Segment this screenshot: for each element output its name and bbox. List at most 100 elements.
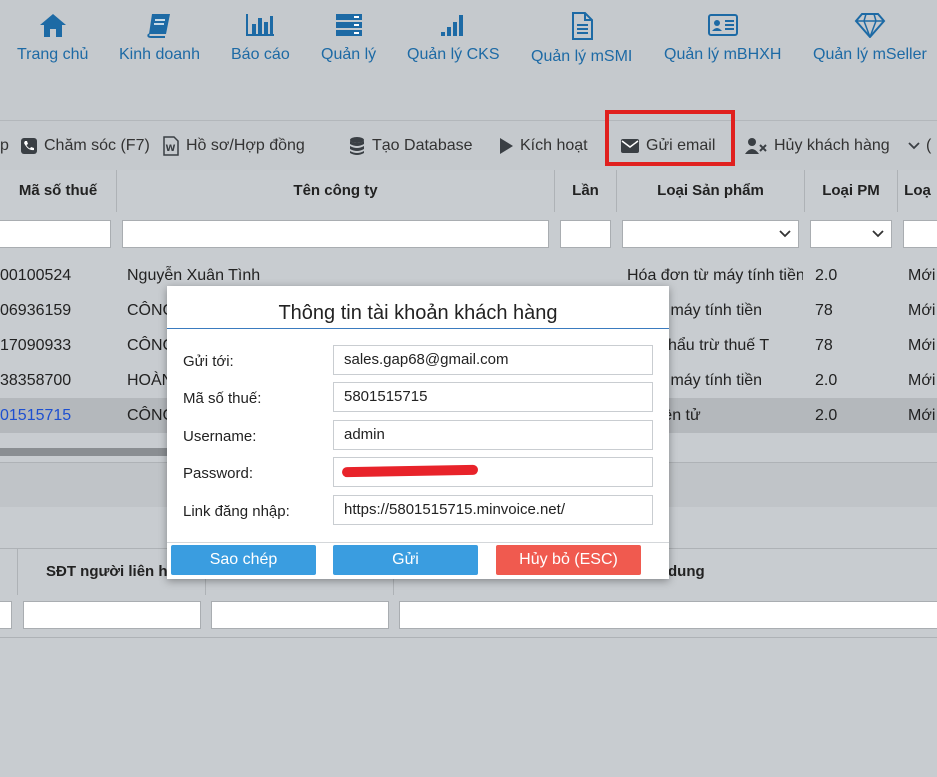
svg-text:W: W: [166, 144, 176, 154]
username-field[interactable]: admin: [333, 420, 653, 450]
column-header-label: Mã số thuế: [18, 182, 98, 199]
cham-soc-label: Chăm sóc (F7): [44, 137, 150, 154]
column-header-label: Lần: [572, 182, 599, 199]
toolbar-partial-left[interactable]: p: [0, 121, 9, 171]
label-gui-toi: Gửi tới:: [183, 353, 234, 370]
column-header-label: dung: [668, 563, 705, 580]
cell-loai-pm: 78: [815, 337, 833, 354]
filter-lan[interactable]: [560, 220, 611, 248]
cell-loai-pm: 2.0: [815, 407, 838, 424]
nav-home[interactable]: Trang chủ: [17, 12, 88, 64]
filter-sdt-nguoi-lien-he[interactable]: [23, 601, 201, 629]
filter-noi-dung[interactable]: [399, 601, 937, 629]
remove-user-icon: [745, 138, 767, 154]
nav-label: Quản lý mSeller: [813, 46, 927, 63]
filter-blank[interactable]: [211, 601, 389, 629]
word-document-icon: W: [163, 136, 179, 156]
diamond-icon: [854, 13, 886, 38]
cancel-button[interactable]: Hủy bỏ (ESC): [496, 545, 641, 575]
kich-hoat-button[interactable]: Kích hoạt: [498, 121, 588, 171]
cell-loai: Mới: [908, 407, 936, 424]
cell-loai-pm: 2.0: [815, 372, 838, 389]
nav-quan-ly-cks[interactable]: Quản lý CKS: [407, 12, 499, 64]
cell-ma-so-thue: 38358700: [0, 372, 72, 389]
nav-kinh-doanh[interactable]: Kinh doanh: [119, 12, 200, 64]
ho-so-label: Hồ sơ/Hợp đồng: [186, 137, 305, 154]
column-header-label: SĐT người liên h: [46, 563, 168, 580]
cell-loai: Mới: [908, 372, 936, 389]
chevron-down-icon: [872, 230, 884, 238]
nav-label: Quản lý mBHXH: [664, 46, 782, 63]
cell-loai-pm: 2.0: [815, 267, 838, 284]
column-header-partial[interactable]: [0, 549, 18, 595]
tao-database-button[interactable]: Tạo Database: [348, 121, 473, 171]
nav-label: Trang chủ: [17, 46, 89, 63]
column-header-loai-san-pham[interactable]: Loại Sản phẩm: [617, 170, 805, 212]
column-header-lan[interactable]: Lần: [555, 170, 617, 212]
filter-partial[interactable]: [0, 601, 12, 629]
cell-ma-so-thue: 06936159: [0, 302, 72, 319]
nav-quan-ly[interactable]: Quản lý: [321, 12, 376, 64]
database-icon: [350, 137, 364, 155]
nav-quan-ly-mbhxh[interactable]: Quản lý mBHXH: [664, 12, 781, 64]
password-field[interactable]: [333, 457, 653, 487]
kich-hoat-label: Kích hoạt: [520, 137, 588, 154]
column-header-label: Loại Sản phẩm: [657, 182, 764, 199]
email-field[interactable]: sales.gap68@gmail.com: [333, 345, 653, 375]
label-link-dang-nhap: Link đăng nhập:: [183, 503, 290, 520]
cell-ma-so-thue[interactable]: 01515715: [0, 398, 115, 433]
document-icon: [571, 12, 593, 40]
label-ma-so-thue: Mã số thuế:: [183, 390, 262, 407]
cell-loai-pm: 78: [815, 302, 833, 319]
huy-khach-hang-button[interactable]: Hủy khách hàng: [744, 121, 890, 171]
horizontal-scrollbar[interactable]: [0, 448, 170, 456]
more-dropdown-label: (: [926, 137, 932, 154]
label-username: Username:: [183, 428, 257, 445]
home-icon: [39, 14, 66, 37]
play-icon: [500, 138, 513, 154]
column-header-label: Loại PM: [822, 182, 880, 199]
phone-icon: [21, 138, 37, 154]
login-link-field[interactable]: https://5801515715.minvoice.net/: [333, 495, 653, 525]
gui-email-highlight-box: [605, 110, 735, 166]
column-header-loai-pm[interactable]: Loại PM: [805, 170, 898, 212]
book-icon: [147, 14, 171, 38]
dialog-title: Thông tin tài khoản khách hàng: [167, 286, 669, 329]
cell-loai: Mới: [908, 302, 936, 319]
column-header-ma-so-thue[interactable]: Mã số thuế: [0, 170, 117, 212]
column-header-label: Tên công ty: [293, 182, 378, 199]
ho-so-button[interactable]: W Hồ sơ/Hợp đồng: [162, 121, 305, 171]
huy-khach-hang-label: Hủy khách hàng: [774, 137, 890, 154]
tax-code-field[interactable]: 5801515715: [333, 382, 653, 412]
send-button[interactable]: Gửi: [333, 545, 478, 575]
cell-loai: Mới: [908, 337, 936, 354]
cham-soc-button[interactable]: Chăm sóc (F7): [20, 121, 150, 171]
more-dropdown[interactable]: (: [908, 121, 931, 171]
filter-ten-cong-ty[interactable]: [122, 220, 549, 248]
nav-quan-ly-msmi[interactable]: Quản lý mSMI: [531, 12, 632, 66]
cell-ma-so-thue: 00100524: [0, 267, 72, 284]
filter-loai-pm[interactable]: [810, 220, 892, 248]
nav-label: Quản lý CKS: [407, 46, 500, 63]
filter-loai-san-pham[interactable]: [622, 220, 799, 248]
filter-ma-so-thue[interactable]: [0, 220, 111, 248]
signal-icon: [441, 15, 464, 36]
nav-label: Quản lý mSMI: [531, 48, 633, 65]
chevron-down-icon: [908, 142, 920, 150]
nav-label: Kinh doanh: [119, 46, 200, 63]
cell-ma-so-thue: 17090933: [0, 337, 72, 354]
filter-loai[interactable]: [903, 220, 937, 248]
label-password: Password:: [183, 465, 254, 482]
nav-label: Quản lý: [321, 46, 377, 63]
redaction-mark: [341, 464, 479, 478]
cell-loai: Mới: [908, 267, 936, 284]
column-header-loai[interactable]: Loạ: [898, 170, 937, 212]
id-card-icon: [707, 14, 738, 36]
column-header-ten-cong-ty[interactable]: Tên công ty: [117, 170, 555, 212]
nav-quan-ly-mseller[interactable]: Quản lý mSeller: [813, 12, 927, 64]
bar-chart-icon: [246, 14, 275, 36]
nav-label: Báo cáo: [231, 46, 290, 63]
tao-database-label: Tạo Database: [372, 137, 473, 154]
copy-button[interactable]: Sao chép: [171, 545, 316, 575]
nav-bao-cao[interactable]: Báo cáo: [231, 12, 290, 64]
